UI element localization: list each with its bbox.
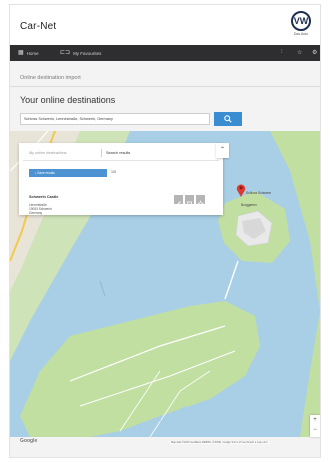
- main-nav: ▦ Home ⊏⊐ My Favourites ⫶ ☆ ⚙: [10, 45, 320, 61]
- destination-panel: My online destinations Search results ⤓ …: [19, 143, 223, 215]
- page-title: Your online destinations: [20, 95, 116, 105]
- app-title: Car-Net: [20, 21, 57, 32]
- header: Car-Net VW Das Auto: [10, 5, 320, 45]
- send-to-car-button[interactable]: [185, 195, 194, 206]
- google-logo: Google: [20, 438, 38, 444]
- map-pin-icon: [236, 184, 246, 197]
- car-icon: ⊏⊐: [60, 50, 71, 56]
- vw-logo-icon: VW: [291, 11, 311, 31]
- zoom-in-button[interactable]: +: [310, 415, 320, 425]
- brand-logo[interactable]: VW Das Auto: [290, 11, 312, 39]
- grid-icon: ▦: [18, 50, 24, 56]
- location-marker[interactable]: [236, 183, 246, 197]
- star-icon[interactable]: ☆: [297, 49, 302, 56]
- panel-divider: [23, 160, 219, 161]
- star-outline-icon: [197, 200, 204, 207]
- divider: [10, 86, 320, 87]
- tab-search-results[interactable]: Search results: [106, 151, 130, 155]
- section-label: Online destination import: [20, 75, 81, 81]
- nav-item-favourites[interactable]: ⊏⊐ My Favourites: [60, 50, 101, 56]
- car-send-icon: [187, 201, 192, 206]
- zoom-control: + −: [310, 415, 320, 437]
- results-count: 1/5: [111, 170, 116, 174]
- tab-my-online-destinations[interactable]: My online destinations: [29, 151, 67, 155]
- search-button[interactable]: [214, 112, 242, 126]
- chevron-up-icon: ⌃: [219, 147, 226, 153]
- footer: [10, 447, 320, 457]
- result-address: Lennéstraße 19053 Schwerin Germany: [29, 203, 52, 215]
- garden-label: Burggarten: [241, 203, 257, 207]
- edit-button[interactable]: [174, 195, 183, 207]
- result-title[interactable]: Schwerin Castle: [29, 195, 58, 199]
- user-icon[interactable]: ⫶: [281, 49, 283, 56]
- zoom-out-button[interactable]: −: [310, 425, 320, 435]
- search-icon: [224, 115, 232, 123]
- save-results-label: Save results: [37, 171, 55, 175]
- favourite-button[interactable]: [196, 195, 205, 207]
- address-line: Germany: [29, 211, 43, 215]
- page-frame: Car-Net VW Das Auto ▦ Home ⊏⊐ My Favouri…: [9, 4, 321, 458]
- nav-home-label: Home: [26, 50, 39, 56]
- nav-item-home[interactable]: ▦ Home: [18, 50, 39, 56]
- pencil-icon: [175, 201, 181, 207]
- marker-label: Schloss Schwerin: [246, 191, 272, 195]
- logo-tagline: Das Auto: [293, 32, 309, 36]
- map-attribution: Map data ©2015 GeoBasis-DE/BKG (©2009), …: [170, 441, 269, 444]
- collapse-panel-button[interactable]: ⌃: [216, 143, 229, 158]
- gear-icon[interactable]: ⚙: [312, 49, 317, 56]
- nav-favourites-label: My Favourites: [73, 50, 102, 56]
- destination-search-input[interactable]: [20, 113, 210, 125]
- tab-separator: [101, 149, 102, 157]
- save-results-button[interactable]: ⤓ Save results: [29, 169, 107, 177]
